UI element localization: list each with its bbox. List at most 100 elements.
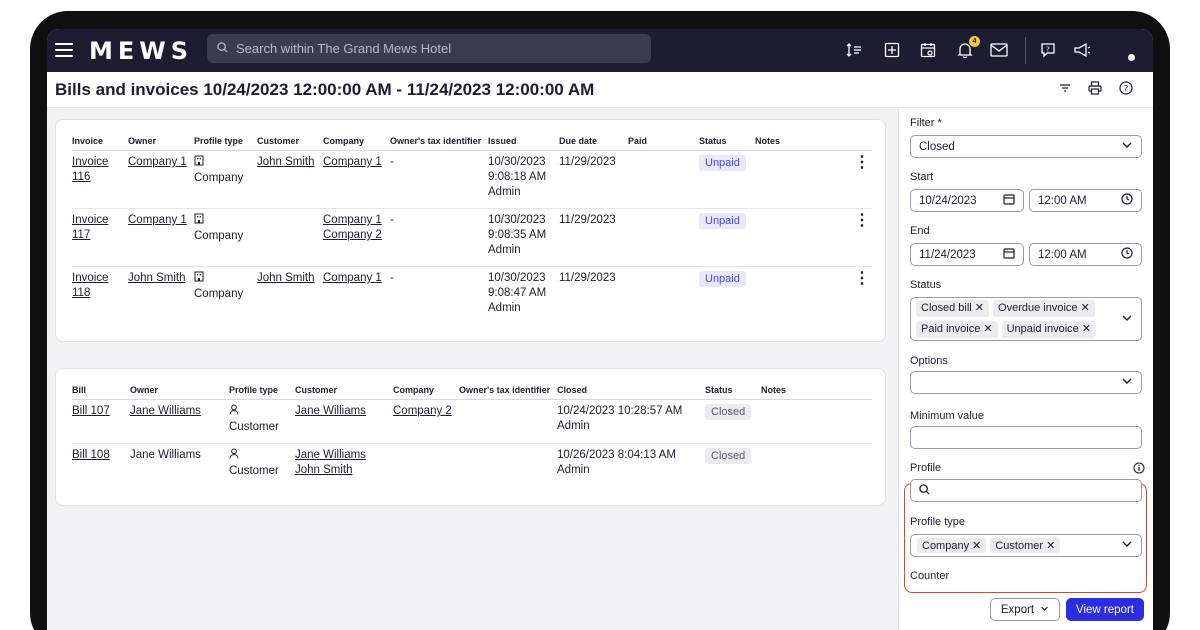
invoices-column-header: Status [699, 136, 755, 151]
customer-link[interactable]: Jane Williams [295, 448, 393, 463]
start-label: Start [910, 171, 934, 183]
company-icon [194, 155, 257, 171]
minimum-value-input[interactable] [910, 426, 1142, 449]
company-link[interactable]: Company 2 [393, 405, 452, 417]
add-icon[interactable] [881, 39, 903, 61]
end-time-input[interactable]: 12:00 AM [1029, 243, 1142, 266]
help-chat-icon[interactable]: ? [1037, 39, 1059, 61]
bill-link[interactable]: Bill 108 [72, 449, 110, 461]
top-bar: MEWS Search within The Grand Mews Hotel … [47, 29, 1153, 72]
issued-time: 9:08:18 AM [488, 171, 547, 183]
invoice-row: Invoice 116 Company 1 Company John Smith Com… [72, 150, 872, 209]
clock-icon[interactable] [1121, 247, 1133, 262]
filter-select[interactable]: Closed [910, 135, 1142, 158]
status-cell: Closed [705, 399, 761, 444]
chevron-down-icon [1121, 312, 1133, 327]
remove-chip-icon[interactable]: ✕ [980, 323, 992, 335]
bill-cell: Bill 108 [72, 444, 130, 488]
calendar-icon[interactable] [917, 39, 939, 61]
company-link[interactable]: Company 1 [323, 155, 390, 170]
app-screen: MEWS Search within The Grand Mews Hotel … [47, 29, 1153, 630]
remove-chip-icon[interactable]: ✕ [1043, 540, 1055, 552]
customer-link[interactable]: John Smith [257, 272, 315, 284]
status-cell: Unpaid [699, 150, 755, 209]
export-button-label: Export [1000, 603, 1035, 616]
chevron-down-icon [1121, 139, 1133, 154]
clock-icon[interactable] [1121, 193, 1133, 208]
print-icon[interactable] [1088, 81, 1102, 98]
customer-link[interactable]: John Smith [295, 463, 393, 478]
end-date-input[interactable]: 11/24/2023 [910, 243, 1024, 266]
closed-by: Admin [557, 464, 590, 476]
more-options-icon[interactable]: ⋮ [852, 267, 872, 325]
menu-icon[interactable] [55, 40, 73, 60]
bills-column-header: Company [393, 385, 459, 400]
invoices-header-row: Invoice Owner Profile type Customer Company O… [72, 136, 872, 151]
owner-link[interactable]: Company 1 [128, 214, 187, 226]
options-select[interactable] [910, 371, 1142, 394]
owner-cell: Company 1 [128, 208, 194, 267]
mail-icon[interactable] [988, 39, 1010, 61]
svg-text:?: ? [1046, 46, 1050, 54]
invoices-column-header: Due date [559, 136, 628, 151]
user-avatar[interactable] [1109, 37, 1141, 63]
more-options-icon[interactable]: ⋮ [852, 208, 872, 267]
profile-type-label: Profile type [910, 516, 966, 528]
calendar-icon[interactable] [1003, 247, 1015, 262]
remove-chip-icon[interactable]: ✕ [972, 302, 984, 314]
remove-chip-icon[interactable]: ✕ [1078, 302, 1090, 314]
invoices-column-header: Owner's tax identifier [390, 136, 488, 151]
help-icon[interactable]: ? [1119, 81, 1133, 98]
owner-link[interactable]: John Smith [128, 272, 186, 284]
chip-label: Closed bill [921, 302, 972, 314]
remove-chip-icon[interactable]: ✕ [969, 540, 981, 552]
invoice-cell: Invoice 118 [72, 267, 128, 325]
filter-chip: Overdue invoice ✕ [993, 300, 1095, 317]
bill-link[interactable]: Bill 107 [72, 405, 110, 417]
info-icon[interactable] [1133, 461, 1145, 479]
invoice-link[interactable]: Invoice 116 [72, 156, 108, 183]
search-bar[interactable]: Search within The Grand Mews Hotel [207, 34, 651, 63]
owner-link[interactable]: Company 1 [128, 156, 187, 168]
chip-label: Unpaid invoice [1006, 323, 1079, 335]
invoice-cell: Invoice 116 [72, 150, 128, 209]
customer-link[interactable]: John Smith [257, 156, 315, 168]
profile-type-multiselect[interactable]: Company ✕ Customer ✕ [910, 534, 1142, 557]
search-placeholder: Search within The Grand Mews Hotel [236, 41, 452, 56]
calendar-icon[interactable] [1003, 193, 1015, 208]
filter-toggle-icon[interactable] [1059, 81, 1071, 97]
remove-chip-icon[interactable]: ✕ [1079, 323, 1091, 335]
chevron-down-icon [1040, 604, 1049, 616]
company-link[interactable]: Company 2 [323, 228, 390, 243]
notifications-icon[interactable]: 4 [954, 36, 980, 61]
issued-by: Admin [488, 244, 521, 256]
chip-label: Paid invoice [921, 323, 981, 335]
invoices-column-header: Issued [488, 136, 559, 151]
status-badge: Unpaid [699, 213, 746, 229]
invoice-link[interactable]: Invoice 118 [72, 272, 108, 299]
invoices-column-header: Profile type [194, 136, 257, 151]
invoice-link[interactable]: Invoice 117 [72, 214, 108, 241]
export-button[interactable]: Export [990, 598, 1060, 621]
search-icon [919, 483, 930, 498]
profile-search-input[interactable] [910, 479, 1142, 502]
paid-cell [628, 267, 699, 325]
more-options-icon[interactable]: ⋮ [852, 150, 872, 209]
customer-link[interactable]: Jane Williams [295, 404, 393, 419]
view-report-button[interactable]: View report [1066, 598, 1144, 621]
company-cell: Company 1 Company 2 [323, 208, 390, 267]
filter-chip: Closed bill ✕ [916, 300, 990, 317]
actions-column-header [852, 136, 872, 151]
company-cell: Company 2 [393, 399, 459, 444]
start-time-input[interactable]: 12:00 AM [1029, 189, 1142, 212]
issued-date: 10/30/2023 [488, 272, 546, 284]
bills-header-row: Bill Owner Profile type Customer Company Owne… [72, 385, 872, 400]
sort-icon[interactable] [843, 39, 865, 61]
status-multiselect[interactable]: Closed bill ✕ Overdue invoice ✕Paid invoi… [910, 297, 1142, 341]
owner-link[interactable]: Jane Williams [130, 405, 201, 417]
profile-type-text: Company [194, 172, 244, 184]
company-link[interactable]: Company 1 [323, 213, 390, 228]
company-link[interactable]: Company 1 [323, 271, 390, 286]
announcements-icon[interactable] [1071, 39, 1093, 61]
start-date-input[interactable]: 10/24/2023 [910, 189, 1024, 212]
